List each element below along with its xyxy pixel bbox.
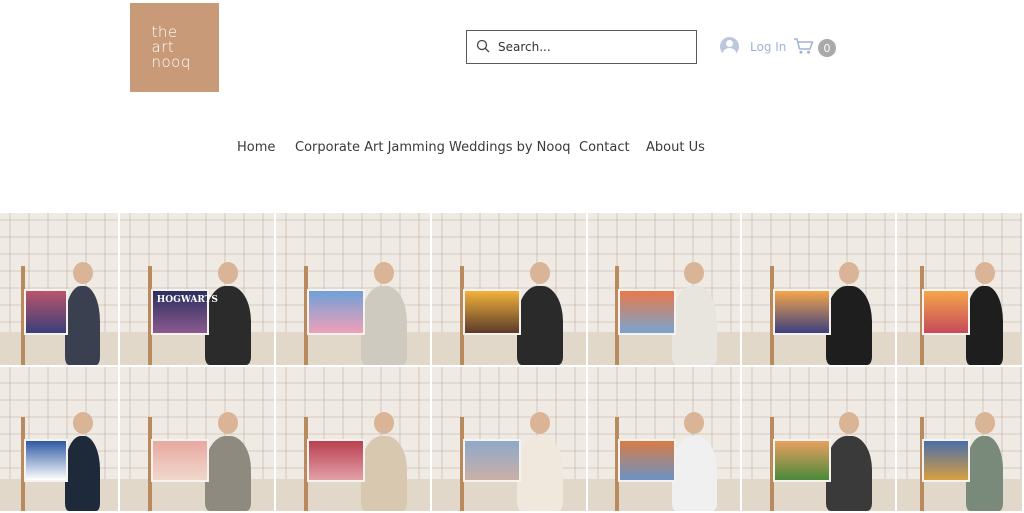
nav-item-weddings[interactable]: Weddings by Nooq bbox=[449, 140, 571, 155]
gallery-photo[interactable] bbox=[0, 213, 118, 365]
gallery-photo[interactable] bbox=[588, 213, 740, 365]
painting-canvas: HOGWARTS bbox=[150, 289, 218, 335]
nav-item-corporate-art-jamming[interactable]: Corporate Art Jamming bbox=[295, 140, 445, 155]
gallery-photo[interactable] bbox=[588, 367, 740, 511]
search-icon bbox=[476, 39, 492, 55]
nav-item-about-us[interactable]: About Us bbox=[646, 140, 705, 155]
nav-item-home[interactable]: Home bbox=[237, 140, 275, 155]
gallery-photo[interactable] bbox=[897, 213, 1022, 365]
painting-canvas bbox=[306, 289, 366, 335]
gallery-photo[interactable] bbox=[0, 367, 118, 511]
painting-canvas bbox=[618, 289, 677, 335]
nav-item-contact[interactable]: Contact bbox=[579, 140, 630, 155]
logo-line-3: nooq bbox=[151, 53, 191, 71]
painting-canvas bbox=[23, 289, 69, 335]
painting-canvas bbox=[150, 439, 210, 483]
gallery-photo[interactable]: HOGWARTS bbox=[120, 213, 274, 365]
painting-canvas bbox=[306, 439, 366, 483]
gallery-photo[interactable] bbox=[120, 367, 274, 511]
painting-canvas bbox=[23, 439, 69, 483]
painting-canvas bbox=[772, 289, 831, 335]
painting-canvas bbox=[922, 439, 970, 483]
painting-canvas bbox=[922, 289, 970, 335]
login-button[interactable]: Log In bbox=[720, 37, 786, 56]
cart-icon bbox=[793, 37, 815, 59]
user-avatar-icon bbox=[720, 37, 739, 56]
gallery-photo[interactable] bbox=[897, 367, 1022, 511]
painting-canvas bbox=[772, 439, 831, 483]
site-logo[interactable]: the art nooq bbox=[130, 3, 219, 92]
gallery-photo[interactable] bbox=[432, 213, 586, 365]
photo-gallery: HOGWARTS bbox=[0, 213, 1024, 513]
search-box[interactable] bbox=[466, 30, 697, 64]
painting-canvas bbox=[462, 289, 522, 335]
gallery-photo[interactable] bbox=[276, 213, 430, 365]
cart-button[interactable]: 0 bbox=[793, 37, 836, 59]
gallery-photo[interactable] bbox=[742, 367, 895, 511]
main-nav: Home Corporate Art Jamming Weddings by N… bbox=[0, 140, 1024, 160]
painting-canvas bbox=[618, 439, 677, 483]
gallery-photo[interactable] bbox=[742, 213, 895, 365]
login-label: Log In bbox=[750, 39, 787, 54]
canvas-text: HOGWARTS bbox=[156, 295, 218, 305]
gallery-photo[interactable] bbox=[432, 367, 586, 511]
painting-canvas bbox=[462, 439, 522, 483]
search-input[interactable] bbox=[498, 31, 696, 63]
cart-count-badge: 0 bbox=[818, 39, 836, 57]
gallery-photo[interactable] bbox=[276, 367, 430, 511]
